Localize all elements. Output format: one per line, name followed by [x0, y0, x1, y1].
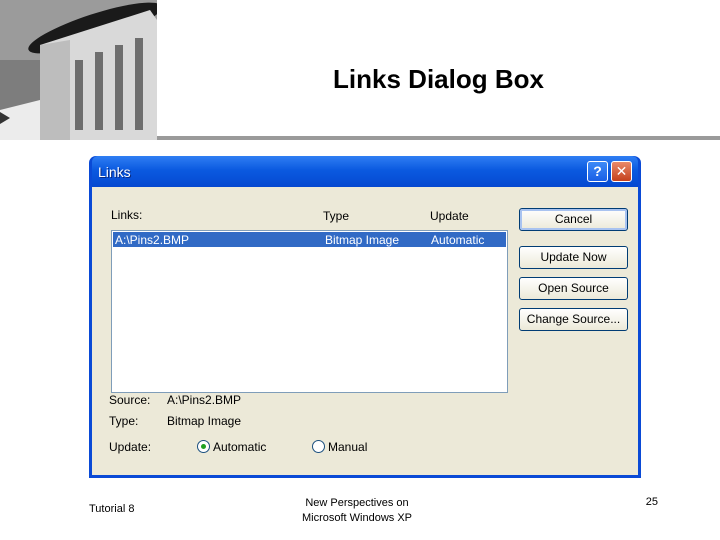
column-header-type: Type [323, 209, 350, 223]
help-button[interactable]: ? [587, 161, 608, 182]
manual-radio[interactable] [312, 440, 325, 453]
type-value: Bitmap Image [167, 414, 242, 428]
source-value: A:\Pins2.BMP [167, 393, 242, 407]
header-rule [157, 136, 720, 140]
close-button[interactable]: ✕ [611, 161, 632, 182]
links-label: Links: [111, 208, 143, 222]
cancel-button[interactable]: Cancel [519, 208, 628, 231]
automatic-radio[interactable] [197, 440, 210, 453]
source-label: Source: [109, 393, 151, 407]
slide-title: Links Dialog Box [333, 64, 544, 94]
footer-center-line2: Microsoft Windows XP [301, 512, 413, 524]
change-source-button[interactable]: Change Source... [519, 308, 628, 331]
link-name: A:\Pins2.BMP [115, 233, 190, 247]
update-label: Update: [109, 440, 152, 454]
links-list[interactable]: A:\Pins2.BMP Bitmap Image Automatic [111, 230, 508, 393]
type-label: Type: [109, 414, 139, 428]
radio-selected-dot [201, 444, 206, 449]
automatic-radio-label[interactable]: Automatic [213, 440, 266, 454]
footer-center-line1: New Perspectives on [305, 497, 409, 509]
header-photo [0, 0, 157, 140]
page-number: 25 [645, 496, 658, 508]
help-icon: ? [593, 163, 602, 179]
manual-radio-label[interactable]: Manual [328, 440, 367, 454]
footer-center: New Perspectives on Microsoft Windows XP [257, 496, 457, 526]
update-now-button[interactable]: Update Now [519, 246, 628, 269]
dialog-titlebar[interactable]: Links ? ✕ [92, 156, 638, 187]
dialog-client-area: Links: Type Update A:\Pins2.BMP Bitmap I… [92, 187, 638, 475]
link-type: Bitmap Image [325, 233, 400, 247]
list-item[interactable]: A:\Pins2.BMP Bitmap Image Automatic [113, 232, 506, 247]
open-source-button[interactable]: Open Source [519, 277, 628, 300]
column-header-update: Update [430, 209, 469, 223]
link-update: Automatic [431, 233, 485, 247]
dialog-title: Links [98, 164, 131, 180]
links-dialog: Links ? ✕ Links: Type Update A:\Pins2.BM… [89, 156, 641, 478]
close-icon: ✕ [615, 163, 628, 179]
footer-left: Tutorial 8 [89, 503, 135, 515]
